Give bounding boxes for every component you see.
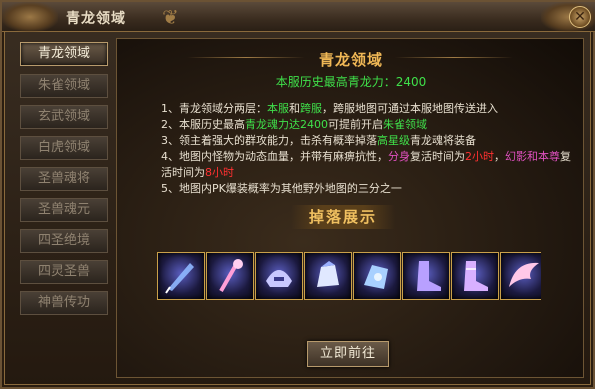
- tab-sisheng-juejing[interactable]: 四圣绝境: [20, 229, 108, 253]
- boot-icon: [464, 261, 488, 291]
- drop-showcase-title: 掉落展示: [291, 205, 395, 229]
- main-panel: 青龙领域 本服历史最高青龙力：2400 1、青龙领域分两层：本服和跨服，跨服地图…: [116, 38, 584, 378]
- rule-4: 4、地图内怪物为动态血量，并带有麻痹抗性，分身复活时间为2小时，幻影和本尊复活时…: [161, 150, 571, 179]
- drop-item-slot[interactable]: [451, 252, 499, 300]
- close-button[interactable]: ✕: [569, 6, 591, 28]
- drop-item-slot[interactable]: [304, 252, 352, 300]
- rule-1: 1、青龙领域分两层：本服和跨服，跨服地图可通过本服地图传送进入: [161, 102, 498, 115]
- staff-icon: [219, 259, 243, 292]
- drop-item-slot[interactable]: [255, 252, 303, 300]
- dialog-window: 青龙领域 ❦ ✕ 青龙领域 朱雀领域 玄武领域 白虎领域 圣兽魂将 圣兽魂元 四…: [0, 0, 595, 389]
- tab-zhuque[interactable]: 朱雀领域: [20, 74, 108, 98]
- gauntlet-icon: [364, 265, 388, 289]
- title-bar[interactable]: 青龙领域 ❦ ✕: [2, 2, 595, 32]
- record-power-text: 本服历史最高青龙力：2400: [275, 75, 427, 89]
- window-title: 青龙领域: [66, 11, 126, 27]
- section-title: 青龙领域: [318, 51, 383, 69]
- boot-icon: [417, 261, 441, 291]
- tab-qinglong[interactable]: 青龙领域: [20, 42, 108, 66]
- sword-icon: [165, 263, 194, 294]
- gauntlet-icon: [317, 261, 339, 287]
- tab-shenshou-chuangong[interactable]: 神兽传功: [20, 291, 108, 315]
- wing-icon: [509, 262, 539, 287]
- tab-siling-shengshou[interactable]: 四灵圣兽: [20, 260, 108, 284]
- tab-shengshou-hunyuan[interactable]: 圣兽魂元: [20, 198, 108, 222]
- tab-shengshou-hunjiang[interactable]: 圣兽魂将: [20, 167, 108, 191]
- go-now-button[interactable]: 立即前往: [307, 341, 389, 367]
- drop-item-slot[interactable]: [206, 252, 254, 300]
- rule-2: 2、本服历史最高青龙魂力达2400可提前开启朱雀领域: [161, 118, 427, 131]
- divider: [395, 57, 513, 58]
- rules-list: 1、青龙领域分两层：本服和跨服，跨服地图可通过本服地图传送进入 2、本服历史最高…: [161, 101, 571, 197]
- drop-item-strip: [157, 252, 541, 300]
- drop-item-slot[interactable]: [500, 252, 541, 300]
- rule-5: 5、地图内PK爆装概率为其他野外地图的三分之一: [161, 182, 402, 195]
- drop-item-slot[interactable]: [402, 252, 450, 300]
- tab-baihu[interactable]: 白虎领域: [20, 136, 108, 160]
- drop-item-slot[interactable]: [157, 252, 205, 300]
- swirl-ornament-icon: ❦: [162, 5, 179, 29]
- helmet-icon: [266, 270, 292, 287]
- tab-xuanwu[interactable]: 玄武领域: [20, 105, 108, 129]
- dragon-ornament-icon: [2, 2, 58, 32]
- rule-3: 3、领主着强大的群攻能力，击杀有概率掉落高星级青龙魂将装备: [161, 134, 476, 147]
- sidebar: 青龙领域 朱雀领域 玄武领域 白虎领域 圣兽魂将 圣兽魂元 四圣绝境 四灵圣兽 …: [18, 38, 114, 378]
- drop-item-slot[interactable]: [353, 252, 401, 300]
